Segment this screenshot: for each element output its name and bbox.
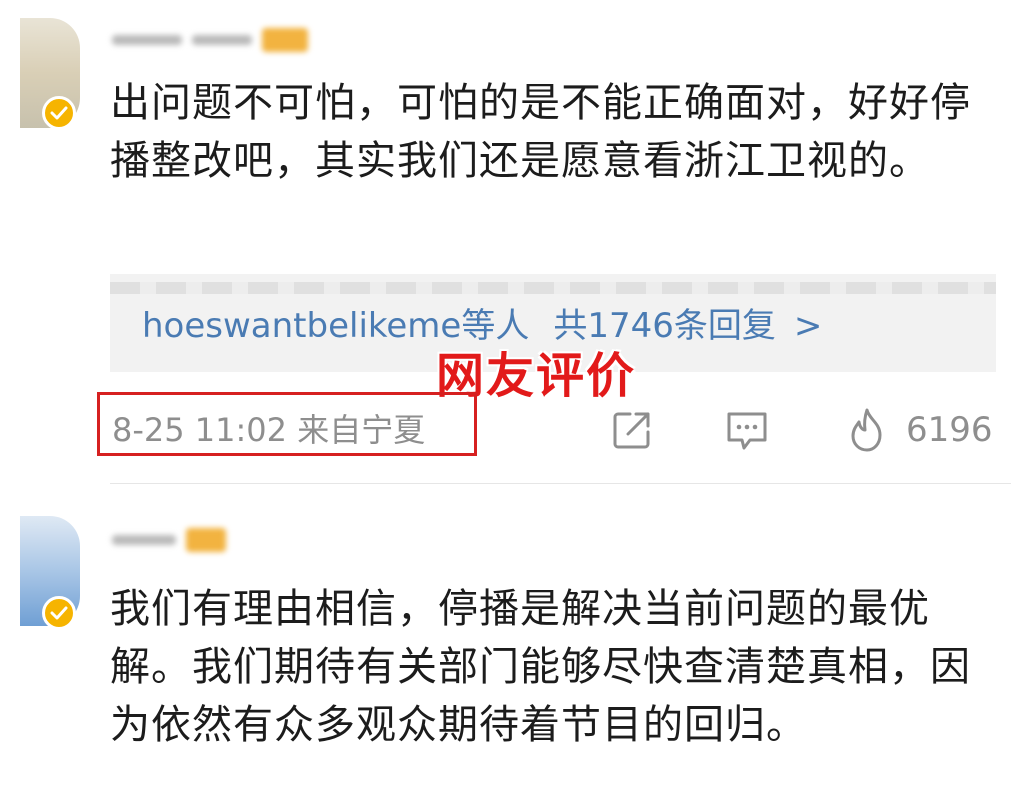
comment-item: 我们有理由相信，停播是解决当前问题的最优解。我们期待有关部门能够尽快查清楚真相，… — [0, 484, 1011, 811]
flame-icon — [851, 408, 882, 452]
username-placeholder — [112, 535, 176, 545]
checkmark-icon — [50, 606, 68, 620]
comment-item: 出问题不可怕，可怕的是不能正确面对，好好停播整改吧，其实我们还是愿意看浙江卫视的… — [0, 0, 1011, 484]
comment-text: 我们有理由相信，停播是解决当前问题的最优解。我们期待有关部门能够尽快查清楚真相，… — [110, 586, 971, 748]
verified-badge-icon — [42, 96, 76, 130]
reply-preview-strip — [110, 282, 996, 294]
username-placeholder — [192, 35, 252, 45]
like-button[interactable]: 6196 — [846, 408, 993, 452]
like-count: 6196 — [906, 410, 993, 450]
comment-text: 出问题不可怕，可怕的是不能正确面对，好好停播整改吧，其实我们还是愿意看浙江卫视的… — [110, 80, 971, 184]
verified-badge-icon — [42, 596, 76, 630]
comment-icon — [727, 412, 767, 450]
reply-user-link[interactable]: hoeswantbelikeme — [142, 306, 461, 346]
level-badge-icon — [262, 28, 308, 52]
checkmark-icon — [50, 106, 68, 120]
comment-button[interactable] — [724, 408, 770, 452]
username-blurred[interactable] — [112, 520, 226, 560]
level-badge-icon — [186, 528, 226, 552]
share-icon — [613, 412, 650, 449]
comment-meta: 8-25 11:02 来自宁夏 — [112, 411, 426, 449]
chevron-right-icon[interactable]: > — [794, 306, 823, 346]
username-blurred[interactable] — [112, 20, 308, 60]
share-button[interactable] — [610, 408, 654, 452]
username-placeholder — [112, 35, 182, 45]
